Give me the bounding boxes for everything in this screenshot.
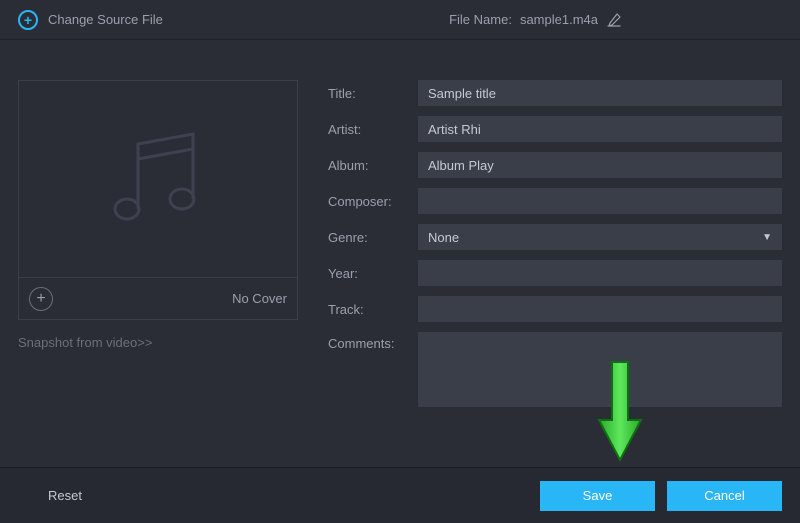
cover-footer: No Cover [19,277,297,319]
no-cover-label: No Cover [232,291,287,306]
album-row: Album: [328,152,782,178]
cover-section: No Cover Snapshot from video>> [18,80,298,407]
snapshot-from-video-link[interactable]: Snapshot from video>> [18,335,298,350]
genre-select[interactable]: None ▼ [418,224,782,250]
music-note-icon [93,114,223,244]
cover-art-placeholder [19,81,297,277]
genre-value: None [428,230,459,245]
edit-filename-icon[interactable] [606,12,622,28]
composer-label: Composer: [328,194,410,209]
track-input[interactable] [418,296,782,322]
composer-input[interactable] [418,188,782,214]
change-source-label: Change Source File [48,12,163,27]
main-area: No Cover Snapshot from video>> Title: Ar… [0,40,800,407]
artist-label: Artist: [328,122,410,137]
file-name-label: File Name: [449,12,512,27]
artist-input[interactable] [418,116,782,142]
year-label: Year: [328,266,410,281]
comments-label: Comments: [328,332,410,351]
cover-art-box: No Cover [18,80,298,320]
genre-row: Genre: None ▼ [328,224,782,250]
bottom-bar: Reset Save Cancel [0,467,800,523]
comments-row: Comments: [328,332,782,407]
metadata-form: Title: Artist: Album: Composer: Genre: N… [328,80,782,407]
album-label: Album: [328,158,410,173]
save-button[interactable]: Save [540,481,655,511]
title-label: Title: [328,86,410,101]
genre-label: Genre: [328,230,410,245]
add-cover-button[interactable] [29,287,53,311]
composer-row: Composer: [328,188,782,214]
change-source-file-button[interactable]: Change Source File [18,10,163,30]
file-name-value: sample1.m4a [520,12,598,27]
year-input[interactable] [418,260,782,286]
title-row: Title: [328,80,782,106]
year-row: Year: [328,260,782,286]
reset-button[interactable]: Reset [18,480,112,511]
cancel-button[interactable]: Cancel [667,481,782,511]
track-label: Track: [328,302,410,317]
plus-circle-icon [18,10,38,30]
album-input[interactable] [418,152,782,178]
comments-textarea[interactable] [418,332,782,407]
right-buttons: Save Cancel [540,481,782,511]
track-row: Track: [328,296,782,322]
file-name-section: File Name: sample1.m4a [449,12,622,28]
title-input[interactable] [418,80,782,106]
top-bar: Change Source File File Name: sample1.m4… [0,0,800,40]
artist-row: Artist: [328,116,782,142]
chevron-down-icon: ▼ [762,232,772,243]
